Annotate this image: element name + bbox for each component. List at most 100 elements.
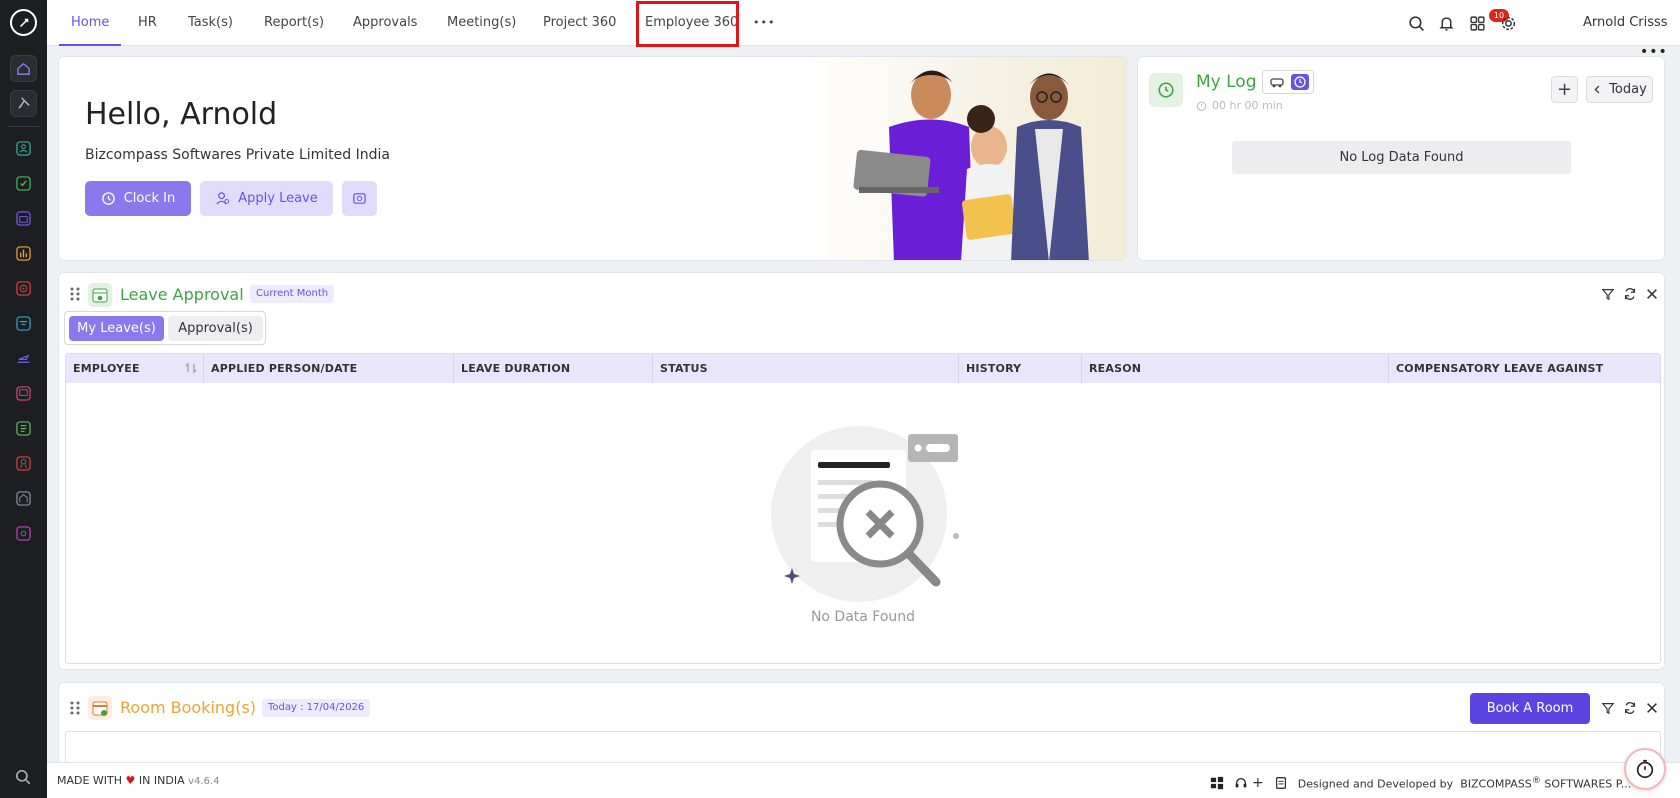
footer: MADE WITH ♥ IN INDIA v4.6.4 + Designed a…	[47, 762, 1680, 798]
car-icon[interactable]	[1269, 75, 1285, 89]
app-logo-icon[interactable]	[10, 9, 37, 36]
document-icon[interactable]	[1274, 776, 1288, 790]
stopwatch-icon	[1636, 759, 1654, 779]
clock-in-button[interactable]: Clock In	[85, 181, 191, 216]
rail-document-icon[interactable]	[10, 415, 37, 442]
stopwatch-button[interactable]	[1624, 748, 1666, 790]
close-icon[interactable]	[1645, 287, 1659, 301]
log-view-toggle[interactable]	[1262, 70, 1314, 94]
leave-approval-title: Leave Approval	[120, 285, 244, 304]
timer-icon	[1196, 101, 1207, 111]
designed-by-text: Designed and Developed by BIZCOMPASS® SO…	[1297, 775, 1632, 791]
close-icon[interactable]	[1645, 701, 1659, 715]
column-header[interactable]: COMPENSATORY LEAVE AGAINST	[1389, 354, 1662, 383]
refresh-icon[interactable]	[1623, 701, 1637, 715]
footer-made-in-india: MADE WITH ♥ IN INDIA v4.6.4	[57, 774, 220, 787]
log-empty-message: No Log Data Found	[1232, 141, 1571, 174]
leave-approval-card: Leave Approval Current Month My Leave(s)…	[58, 272, 1665, 670]
column-header[interactable]: APPLIED PERSON/DATE	[204, 354, 454, 383]
more-tabs-icon[interactable]: •••	[753, 0, 775, 46]
leave-view-segment: My Leave(s) Approval(s)	[64, 311, 266, 345]
rail-people-icon[interactable]	[10, 135, 37, 162]
greeting: Hello, Arnold	[85, 97, 278, 132]
rail-plane-icon[interactable]	[10, 345, 37, 372]
top-navigation: Home HR Task(s) Report(s) Approvals Meet…	[47, 0, 1680, 46]
rail-search-icon[interactable]	[14, 768, 32, 786]
column-header[interactable]: STATUS	[653, 354, 959, 383]
approvals-tab[interactable]: Approval(s)	[168, 316, 263, 341]
camera-icon	[353, 193, 366, 204]
no-data-text: No Data Found	[810, 609, 916, 625]
tab-tasks[interactable]: Task(s)	[188, 0, 233, 46]
card-tools	[1601, 701, 1659, 715]
tab-home[interactable]: Home	[58, 0, 122, 46]
my-leaves-tab[interactable]: My Leave(s)	[69, 316, 164, 341]
sort-icon[interactable]	[185, 362, 197, 374]
rail-building-icon[interactable]	[10, 485, 37, 512]
card-tools	[1601, 287, 1659, 301]
rail-briefcase-icon[interactable]	[10, 205, 37, 232]
room-calendar-icon	[88, 696, 112, 720]
room-booking-title: Room Booking(s)	[120, 698, 257, 717]
chevron-left-icon	[1594, 85, 1600, 94]
column-header[interactable]: REASON	[1082, 354, 1389, 383]
welcome-card: Hello, Arnold Bizcompass Softwares Priva…	[58, 56, 1127, 261]
rail-award-icon[interactable]	[10, 450, 37, 477]
column-header[interactable]: HISTORY	[959, 354, 1082, 383]
tab-approvals[interactable]: Approvals	[353, 0, 417, 46]
rail-target-icon[interactable]	[10, 275, 37, 302]
book-room-button[interactable]: Book A Room	[1470, 693, 1590, 724]
log-history-icon	[1149, 73, 1183, 107]
refresh-icon[interactable]	[1623, 287, 1637, 301]
drag-handle-icon[interactable]	[70, 701, 80, 715]
tab-meetings[interactable]: Meeting(s)	[447, 0, 516, 46]
period-badge: Current Month	[250, 285, 335, 303]
room-date-badge: Today : 17/04/2026	[262, 699, 371, 717]
my-log-card: My Log 00 hr 00 min + Today No Log Data …	[1137, 56, 1665, 261]
no-data-illustration	[771, 426, 959, 602]
add-log-button[interactable]: +	[1551, 76, 1578, 103]
drag-handle-icon[interactable]	[70, 287, 80, 301]
headset-icon[interactable]	[1234, 776, 1248, 790]
my-log-title: My Log	[1196, 72, 1257, 92]
tab-hr[interactable]: HR	[138, 0, 157, 46]
clock-toggle-icon[interactable]	[1291, 74, 1309, 90]
gear-icon[interactable]	[1498, 13, 1518, 33]
clock-icon	[101, 192, 115, 205]
version: v4.6.4	[188, 776, 220, 787]
column-header[interactable]: EMPLOYEE	[66, 354, 204, 383]
windows-icon[interactable]	[1210, 776, 1224, 790]
leave-calendar-icon	[88, 283, 112, 307]
rail-task-icon[interactable]	[10, 170, 37, 197]
apply-leave-button[interactable]: Apply Leave	[200, 181, 333, 216]
clock-in-label: Clock In	[123, 191, 176, 206]
rail-settings-icon[interactable]	[10, 520, 37, 547]
filter-icon[interactable]	[1601, 701, 1615, 715]
column-header[interactable]: LEAVE DURATION	[454, 354, 653, 383]
rail-home-icon[interactable]	[10, 55, 37, 82]
log-duration: 00 hr 00 min	[1196, 99, 1283, 112]
plus-icon[interactable]: +	[1252, 765, 1264, 798]
apply-leave-label: Apply Leave	[238, 191, 318, 206]
camera-button[interactable]	[342, 181, 377, 216]
table-header: EMPLOYEE APPLIED PERSON/DATE LEAVE DURAT…	[66, 354, 1660, 383]
bell-icon[interactable]	[1436, 13, 1456, 33]
team-illustration	[853, 70, 1089, 260]
tab-reports[interactable]: Report(s)	[264, 0, 324, 46]
user-leave-icon	[216, 192, 230, 205]
employee-360-highlight	[636, 1, 739, 47]
search-icon[interactable]	[1406, 13, 1426, 33]
rail-chart-icon[interactable]	[10, 240, 37, 267]
rail-archive-icon[interactable]	[10, 310, 37, 337]
apps-grid-icon[interactable]	[1467, 13, 1487, 33]
heart-icon: ♥	[125, 774, 136, 787]
rail-monitor-icon[interactable]	[10, 380, 37, 407]
today-label: Today	[1609, 82, 1647, 97]
today-button[interactable]: Today	[1586, 76, 1653, 103]
filter-icon[interactable]	[1601, 287, 1615, 301]
user-name[interactable]: Arnold Crisss	[1583, 0, 1668, 46]
leave-table: EMPLOYEE APPLIED PERSON/DATE LEAVE DURAT…	[65, 353, 1661, 664]
rail-pin-icon[interactable]	[10, 90, 37, 117]
tab-project-360[interactable]: Project 360	[543, 0, 616, 46]
footer-credits: + Designed and Developed by BIZCOMPASS® …	[1210, 763, 1631, 798]
